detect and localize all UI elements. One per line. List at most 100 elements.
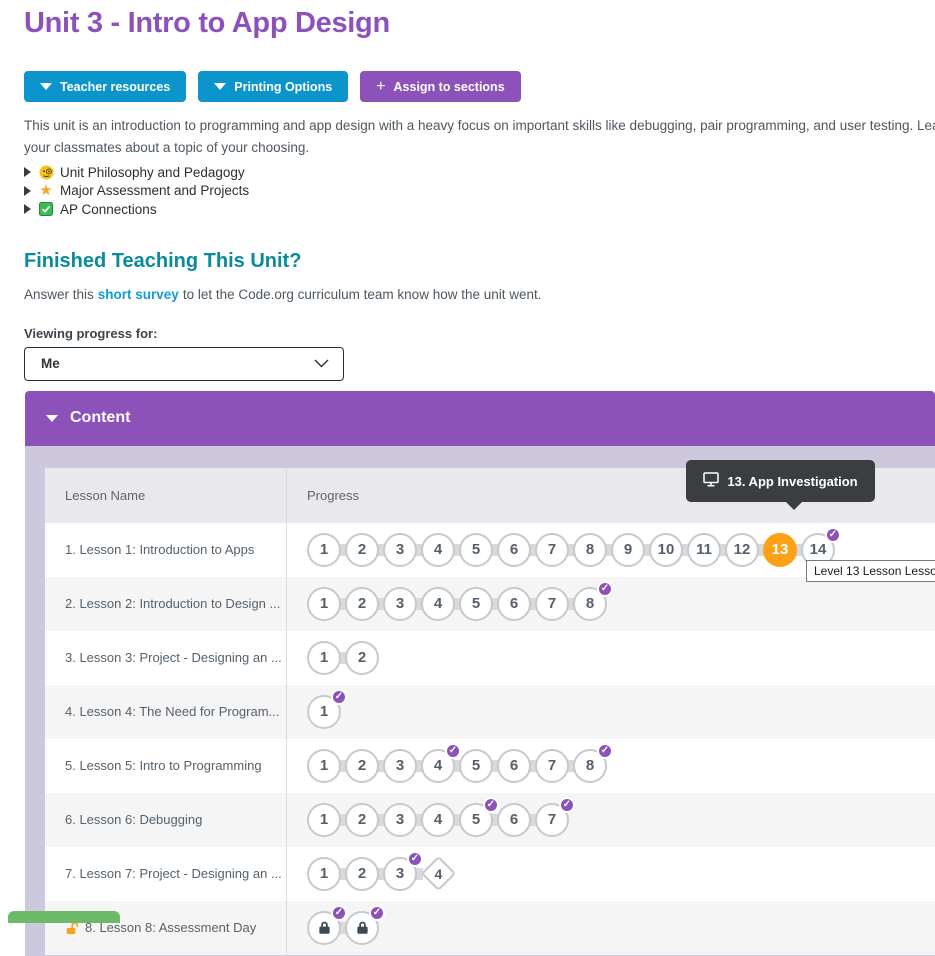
viewing-progress-select[interactable]: Me [24,347,344,381]
level-bubble[interactable]: 2 [345,533,379,567]
level-bubble-current[interactable]: 13 [763,533,797,567]
detail-major-assessment[interactable]: ★ Major Assessment and Projects [24,182,935,201]
level-bubble[interactable]: 1 [307,803,341,837]
level-bubble-wrap: 8✓ [573,749,607,783]
level-bubble[interactable]: 11 [687,533,721,567]
level-bubble[interactable]: 2 [345,641,379,675]
lesson-name-link[interactable]: 4. Lesson 4: The Need for Program... [45,685,287,739]
survey-text-after: to let the Code.org curriculum team know… [183,287,542,302]
detail-unit-philosophy[interactable]: Unit Philosophy and Pedagogy [24,163,935,182]
level-bubble-diamond[interactable]: 4 [420,856,455,891]
level-number: 4 [434,865,442,881]
level-bubble[interactable]: 4 [421,803,455,837]
content-panel-body: Lesson Name Progress 1. Lesson 1: Introd… [25,446,935,956]
detail-label: AP Connections [60,202,157,217]
level-bubble-wrap: 3 [383,803,417,837]
completed-check-badge: ✓ [331,689,347,705]
level-bubble[interactable]: 5 [459,749,493,783]
level-bubble-wrap: 1 [307,641,341,675]
lock-icon [317,920,332,935]
level-bubble[interactable]: 6 [497,587,531,621]
unit-description-line1: This unit is an introduction to programm… [24,115,935,137]
lesson-name-link[interactable]: 1. Lesson 1: Introduction to Apps [45,523,287,577]
level-bubble-wrap: 6 [497,587,531,621]
lesson-name-link[interactable]: 7. Lesson 7: Project - Designing an ... [45,847,287,901]
completed-check-badge: ✓ [597,743,613,759]
viewing-progress-label: Viewing progress for: [24,326,935,341]
level-bubble[interactable]: 2 [345,857,379,891]
completed-check-badge: ✓ [825,527,841,543]
lesson-row: 1. Lesson 1: Introduction to Apps1234567… [45,523,935,577]
level-bubble[interactable]: 3 [383,533,417,567]
level-bubble[interactable]: 4 [421,533,455,567]
completed-check-badge: ✓ [559,797,575,813]
level-bubble[interactable]: 4 [421,587,455,621]
level-bubble[interactable]: 10 [649,533,683,567]
lesson-row: 8. Lesson 8: Assessment Day✓✓ [45,901,935,955]
level-bubble[interactable]: 7 [535,533,569,567]
lesson-name-link[interactable]: 3. Lesson 3: Project - Designing an ... [45,631,287,685]
level-bubble-wrap: 3 [383,749,417,783]
level-bubble[interactable]: 1 [307,749,341,783]
level-bubble[interactable]: 7 [535,587,569,621]
level-bubble[interactable]: 6 [497,749,531,783]
level-tooltip-label: 13. App Investigation [727,474,857,489]
level-bubble[interactable]: 2 [345,803,379,837]
level-bubble[interactable]: 3 [383,587,417,621]
lesson-progress-bubbles: 12345✓67✓ [287,793,935,847]
level-bubble-wrap: 4✓ [421,749,455,783]
level-bubble[interactable]: 3 [383,803,417,837]
level-bubble-wrap: 6 [497,803,531,837]
level-bubble[interactable]: 5 [459,533,493,567]
detail-label: Major Assessment and Projects [60,183,249,198]
level-bubble-wrap: 2 [345,587,379,621]
lesson-name-link[interactable]: 2. Lesson 2: Introduction to Design ... [45,577,287,631]
level-bubble-wrap: 8 [573,533,607,567]
level-bubble-wrap: 11 [687,533,721,567]
green-checkbox-icon [38,201,54,217]
printing-options-button[interactable]: Printing Options [198,71,348,102]
lesson-name-text: 6. Lesson 6: Debugging [65,812,202,827]
caret-down-icon [46,415,58,422]
caret-down-icon [40,83,52,90]
completed-check-badge: ✓ [445,743,461,759]
finished-teaching-heading: Finished Teaching This Unit? [24,249,935,273]
level-bubble-wrap: ✓ [345,911,379,945]
level-bubble[interactable]: 5 [459,587,493,621]
caret-down-icon [214,83,226,90]
level-bubble[interactable]: 1 [307,533,341,567]
lesson-name-link[interactable]: 6. Lesson 6: Debugging [45,793,287,847]
level-bubble[interactable]: 1 [307,587,341,621]
level-bubble-wrap: 5 [459,533,493,567]
level-bubble-wrap: 2 [345,533,379,567]
level-bubble[interactable]: 6 [497,533,531,567]
level-bubble[interactable]: 1 [307,857,341,891]
lesson-name-link[interactable]: 5. Lesson 5: Intro to Programming [45,739,287,793]
level-bubble-wrap: 2 [345,641,379,675]
assign-to-sections-button[interactable]: Assign to sections [360,71,520,102]
level-bubble[interactable]: 3 [383,749,417,783]
lesson-name-link[interactable]: 8. Lesson 8: Assessment Day [45,901,287,955]
detail-label: Unit Philosophy and Pedagogy [60,165,245,180]
content-panel-header[interactable]: Content [25,391,935,446]
level-bubble[interactable]: 1 [307,641,341,675]
level-bubble[interactable]: 2 [345,749,379,783]
lesson-name-text: 4. Lesson 4: The Need for Program... [65,704,279,719]
teacher-resources-button[interactable]: Teacher resources [24,71,186,102]
level-bubble[interactable]: 7 [535,749,569,783]
detail-ap-connections[interactable]: AP Connections [24,200,935,219]
level-bubble[interactable]: 9 [611,533,645,567]
level-bubble[interactable]: 12 [725,533,759,567]
feedback-toast[interactable] [8,911,120,923]
level-bubble-wrap: 12 [725,533,759,567]
level-bubble[interactable]: 6 [497,803,531,837]
lesson-name-text: 3. Lesson 3: Project - Designing an ... [65,650,282,665]
level-bubble[interactable]: 2 [345,587,379,621]
chevron-down-icon [314,355,329,373]
level-bubble[interactable]: 8 [573,533,607,567]
short-survey-link[interactable]: short survey [98,287,179,302]
lesson-name-text: 2. Lesson 2: Introduction to Design ... [65,596,280,611]
level-bubble-wrap: 5✓ [459,803,493,837]
lesson-progress-bubbles: 1234✓5678✓ [287,739,935,793]
unit-description-line2: your classmates about a topic of your ch… [24,137,935,159]
